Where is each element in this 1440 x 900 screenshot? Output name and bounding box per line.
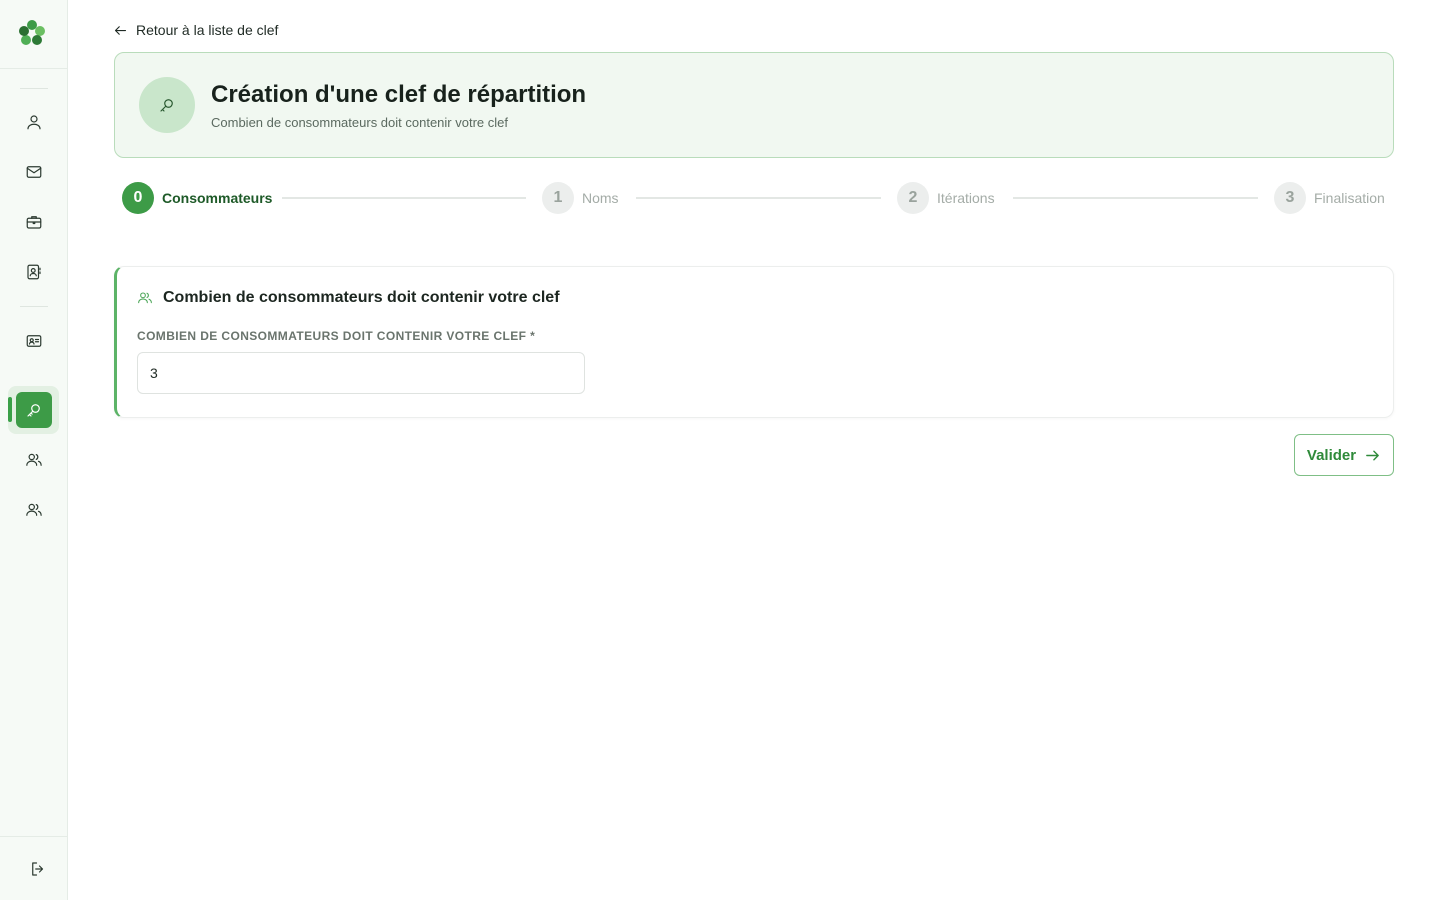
users-icon — [26, 503, 42, 516]
sidebar-active-indicator — [8, 397, 12, 422]
back-to-key-list-link[interactable]: Retour à la liste de clef — [113, 20, 278, 40]
header-icon-badge — [139, 77, 195, 133]
id-card-icon — [26, 335, 42, 347]
sidebar-item-business[interactable] — [16, 204, 52, 240]
validate-button-label: Valider — [1306, 446, 1357, 464]
step-label: Noms — [582, 190, 619, 206]
stepper-connector — [636, 197, 881, 199]
step-label: Itérations — [937, 190, 995, 206]
stepper-step-consumers[interactable]: 0 Consommateurs — [122, 182, 272, 214]
sidebar-divider — [20, 88, 48, 89]
step-number: 2 — [897, 182, 929, 214]
back-link-label: Retour à la liste de clef — [136, 22, 279, 38]
sidebar-item-mail[interactable] — [16, 154, 52, 190]
sidebar-item-groups[interactable] — [16, 492, 52, 528]
stepper-step-iterations[interactable]: 2 Itérations — [897, 182, 995, 214]
key-icon — [27, 404, 40, 417]
step-number: 1 — [542, 182, 574, 214]
validate-button[interactable]: Valider — [1294, 434, 1394, 476]
sidebar-divider — [20, 306, 48, 307]
arrow-left-icon — [114, 25, 127, 35]
page-title: Création d'une clef de répartition — [211, 81, 587, 108]
app-logo-icon[interactable] — [17, 18, 47, 48]
consumer-count-form-card: Combien de consommateurs doit contenir v… — [114, 266, 1394, 418]
form-section-title: Combien de consommateurs doit contenir v… — [137, 289, 560, 307]
sidebar-item-contacts[interactable] — [16, 254, 52, 290]
sidebar-item-consumers[interactable] — [16, 442, 52, 478]
form-section-title-text: Combien de consommateurs doit contenir v… — [163, 289, 560, 306]
stepper-connector — [282, 197, 526, 199]
sidebar-divider — [0, 68, 68, 69]
consumer-count-label: COMBIEN DE CONSOMMATEURS DOIT CONTENIR V… — [137, 329, 536, 343]
stepper-step-names[interactable]: 1 Noms — [542, 182, 619, 214]
key-icon — [160, 99, 173, 112]
logout-icon — [32, 862, 44, 876]
sidebar — [0, 0, 68, 900]
users-icon — [138, 292, 152, 304]
sidebar-item-id-card[interactable] — [16, 323, 52, 359]
user-icon — [27, 115, 41, 130]
stepper-step-finalisation[interactable]: 3 Finalisation — [1274, 182, 1385, 214]
briefcase-icon — [26, 216, 42, 229]
sidebar-item-profile[interactable] — [16, 104, 52, 140]
step-number: 0 — [122, 182, 154, 214]
step-label: Consommateurs — [162, 190, 273, 206]
sidebar-divider — [0, 836, 68, 837]
users-icon — [26, 453, 42, 466]
step-number: 3 — [1274, 182, 1306, 214]
consumer-count-input[interactable] — [137, 352, 585, 394]
sidebar-item-keys[interactable] — [16, 392, 52, 428]
logout-button[interactable] — [20, 851, 56, 887]
stepper-connector — [1013, 197, 1258, 199]
page-header-card: Création d'une clef de répartition Combi… — [114, 52, 1394, 158]
contact-book-icon — [27, 264, 41, 280]
step-label: Finalisation — [1314, 190, 1385, 206]
arrow-right-icon — [1366, 450, 1379, 460]
mail-icon — [26, 166, 42, 178]
page-subtitle: Combien de consommateurs doit contenir v… — [211, 115, 508, 130]
